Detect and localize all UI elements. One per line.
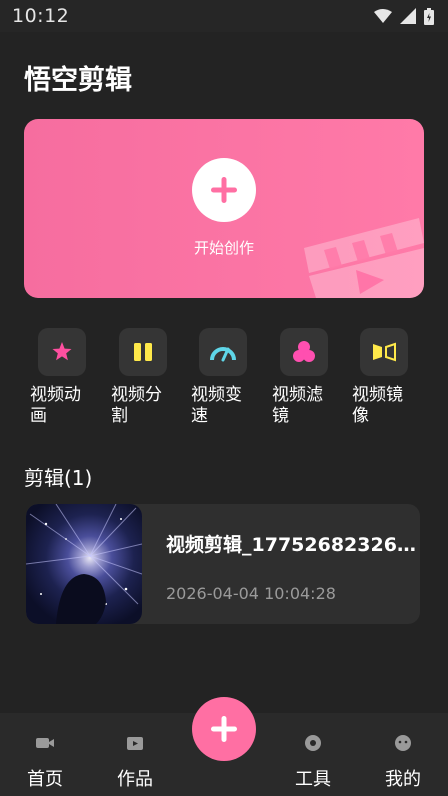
plus-icon [211, 716, 237, 742]
split-icon [119, 328, 167, 376]
project-card[interactable]: 视频剪辑_17752682326... 2026-04-04 10:04:28 [26, 504, 420, 624]
project-date: 2026-04-04 10:04:28 [166, 584, 336, 603]
nav-mine[interactable]: 我的 [358, 713, 448, 791]
status-bar: 10:12 [0, 0, 448, 32]
mirror-icon [360, 328, 408, 376]
star-animation-icon [38, 328, 86, 376]
section-title-text: 剪辑 [24, 466, 64, 490]
tool-video-mirror[interactable]: 视频镜像 [352, 328, 422, 427]
status-icons [374, 7, 434, 25]
section-count: (1) [64, 466, 93, 490]
tool-video-split[interactable]: 视频分割 [111, 328, 181, 427]
signal-icon [400, 8, 416, 24]
folder-play-icon [125, 733, 145, 753]
plus-icon [211, 177, 237, 203]
tool-video-speed[interactable]: 视频变速 [191, 328, 261, 427]
tool-label: 视频镜像 [352, 385, 403, 426]
nav-works[interactable]: 作品 [90, 713, 180, 791]
tool-label: 视频滤镜 [272, 385, 323, 426]
nav-home[interactable]: 首页 [0, 713, 90, 791]
create-button[interactable] [192, 158, 256, 222]
add-project-button[interactable] [192, 697, 256, 761]
speedometer-icon [199, 328, 247, 376]
status-time: 10:12 [12, 5, 70, 27]
tool-label: 视频分割 [111, 385, 162, 426]
tool-video-animation[interactable]: 视频动画 [30, 328, 100, 427]
filter-icon [280, 328, 328, 376]
project-thumbnail [26, 504, 142, 624]
battery-icon [424, 7, 434, 25]
tool-video-filter[interactable]: 视频滤镜 [272, 328, 342, 427]
nav-mine-label: 我的 [385, 769, 421, 790]
profile-icon [393, 733, 413, 753]
wifi-icon [374, 8, 392, 24]
nav-tools[interactable]: 工具 [268, 713, 358, 791]
create-banner[interactable]: 开始创作 [24, 119, 424, 298]
app-title: 悟空剪辑 [24, 65, 132, 96]
tools-icon [303, 733, 323, 753]
tool-label: 视频变速 [191, 385, 242, 426]
video-camera-icon [35, 733, 55, 753]
section-title: 剪辑(1) [24, 462, 92, 491]
nav-home-label: 首页 [27, 769, 63, 790]
nav-tools-label: 工具 [295, 769, 331, 790]
nav-works-label: 作品 [117, 769, 153, 790]
tool-label: 视频动画 [30, 385, 81, 426]
project-name: 视频剪辑_17752682326... [166, 534, 418, 556]
create-label: 开始创作 [193, 239, 254, 257]
